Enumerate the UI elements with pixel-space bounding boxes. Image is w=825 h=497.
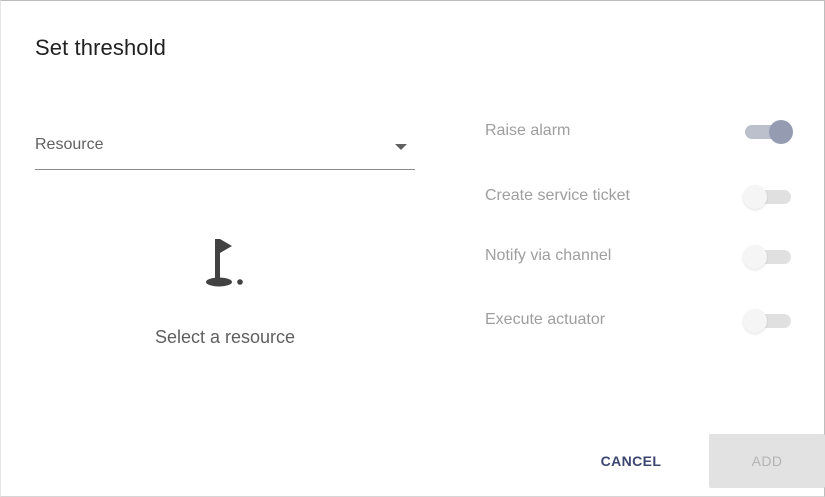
toggle-thumb [769,120,793,144]
notify-via-channel-toggle[interactable] [743,242,793,272]
option-label: Notify via channel [485,247,612,264]
toggle-thumb [743,245,767,269]
raise-alarm-toggle[interactable] [743,117,793,147]
cancel-button[interactable]: CANCEL [581,434,681,488]
add-button[interactable]: ADD [709,434,825,488]
option-notify-via-channel: Notify via channel [485,242,795,272]
execute-actuator-toggle[interactable] [743,306,793,336]
empty-state-message: Select a resource [154,327,296,347]
create-service-ticket-toggle[interactable] [743,182,793,212]
option-label: Create service ticket [485,187,630,204]
toggle-thumb [743,309,767,333]
option-label: Raise alarm [485,122,571,139]
golf-flag-icon [206,239,243,287]
option-label: Execute actuator [485,311,606,328]
dialog-title: Set threshold [35,35,166,60]
empty-state: Select a resource [35,231,415,348]
option-raise-alarm: Raise alarm [485,117,795,147]
toggle-thumb [743,185,767,209]
option-create-service-ticket: Create service ticket [485,182,795,212]
resource-select-value: Resource [35,136,104,153]
resource-select[interactable]: Resource [35,127,415,170]
chevron-down-icon[interactable] [395,144,407,150]
set-threshold-dialog: Set threshold Resource Select a resource… [0,0,825,497]
option-execute-actuator: Execute actuator [485,306,795,336]
